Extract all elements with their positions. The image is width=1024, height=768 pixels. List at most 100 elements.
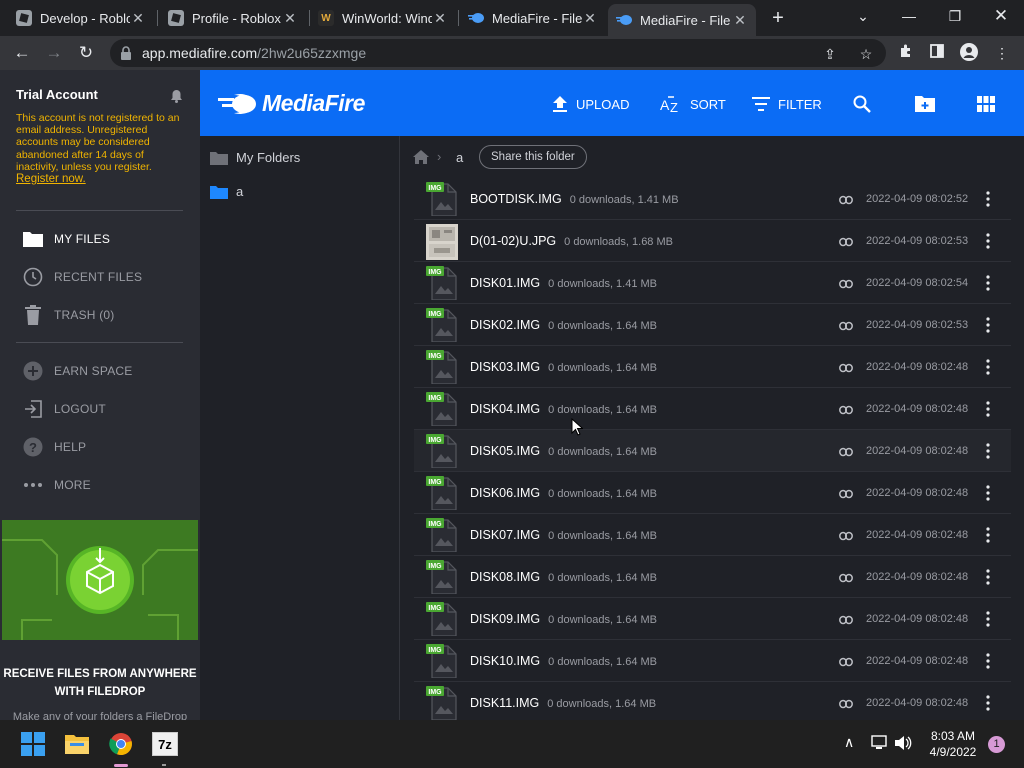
nav-earn-space[interactable]: EARN SPACE bbox=[22, 359, 132, 383]
new-folder-button[interactable] bbox=[914, 93, 944, 115]
nav-logout[interactable]: LOGOUT bbox=[22, 397, 106, 421]
more-options-icon[interactable] bbox=[985, 401, 991, 417]
file-row[interactable]: IMG DISK08.IMG 0 downloads, 1.64 MB 2022-04… bbox=[414, 556, 1011, 598]
file-name[interactable]: DISK07.IMG 0 downloads, 1.64 MB bbox=[470, 528, 657, 542]
grid-view-button[interactable] bbox=[977, 93, 1003, 115]
file-name-text[interactable]: DISK02.IMG bbox=[470, 318, 540, 332]
nav-my-files[interactable]: MY FILES bbox=[22, 227, 110, 251]
browser-menu-icon[interactable]: ⋮ bbox=[992, 43, 1012, 63]
share-link-icon[interactable] bbox=[839, 402, 853, 420]
share-link-icon[interactable] bbox=[839, 360, 853, 378]
url-omnibox[interactable]: app.mediafire.com/2hw2u65zzxmge ⇪ ☆ bbox=[110, 39, 886, 67]
nav-help[interactable]: ? HELP bbox=[22, 435, 86, 459]
new-tab-button[interactable]: + bbox=[766, 6, 790, 30]
reload-button[interactable]: ↻ bbox=[74, 41, 98, 65]
more-options-icon[interactable] bbox=[985, 569, 991, 585]
file-name-text[interactable]: BOOTDISK.IMG bbox=[470, 192, 562, 206]
file-name-text[interactable]: DISK11.IMG bbox=[470, 696, 539, 710]
share-link-icon[interactable] bbox=[839, 444, 853, 462]
share-link-icon[interactable] bbox=[839, 486, 853, 504]
nav-recent-files[interactable]: RECENT FILES bbox=[22, 265, 142, 289]
close-tab-icon[interactable]: ✕ bbox=[282, 10, 298, 27]
file-name[interactable]: DISK08.IMG 0 downloads, 1.64 MB bbox=[470, 570, 657, 584]
file-name[interactable]: BOOTDISK.IMG 0 downloads, 1.41 MB bbox=[470, 192, 679, 206]
file-name[interactable]: DISK04.IMG 0 downloads, 1.64 MB bbox=[470, 402, 657, 416]
home-icon[interactable] bbox=[413, 150, 429, 164]
nav-trash[interactable]: TRASH (0) bbox=[22, 303, 114, 327]
extensions-puzzle-icon[interactable] bbox=[896, 43, 916, 63]
more-options-icon[interactable] bbox=[985, 485, 991, 501]
share-icon[interactable]: ⇪ bbox=[820, 44, 840, 64]
close-window-button[interactable]: ✕ bbox=[981, 4, 1021, 28]
file-row[interactable]: D(01-02)U.JPG 0 downloads, 1.68 MB 2022-04… bbox=[414, 220, 1011, 262]
more-options-icon[interactable] bbox=[985, 317, 991, 333]
profile-avatar-icon[interactable] bbox=[959, 43, 979, 63]
bookmark-star-icon[interactable]: ☆ bbox=[856, 44, 876, 64]
file-name-text[interactable]: DISK08.IMG bbox=[470, 570, 540, 584]
lock-icon[interactable] bbox=[120, 46, 132, 60]
file-name-text[interactable]: D(01-02)U.JPG bbox=[470, 234, 556, 248]
file-row[interactable]: IMG DISK05.IMG 0 downloads, 1.64 MB 2022-04… bbox=[414, 430, 1011, 472]
restore-button[interactable]: ❐ bbox=[935, 4, 975, 28]
more-options-icon[interactable] bbox=[985, 275, 991, 291]
share-link-icon[interactable] bbox=[839, 234, 853, 252]
close-tab-icon[interactable]: ✕ bbox=[130, 10, 146, 27]
file-name-text[interactable]: DISK04.IMG bbox=[470, 402, 540, 416]
bell-icon[interactable] bbox=[170, 89, 183, 103]
file-row[interactable]: IMG DISK07.IMG 0 downloads, 1.64 MB 2022-04… bbox=[414, 514, 1011, 556]
mediafire-logo[interactable]: MediaFire bbox=[218, 90, 365, 117]
nav-more[interactable]: MORE bbox=[22, 473, 91, 497]
share-link-icon[interactable] bbox=[839, 696, 853, 714]
network-icon[interactable] bbox=[870, 735, 888, 751]
share-link-icon[interactable] bbox=[839, 318, 853, 336]
tray-overflow-chevron-icon[interactable]: ∧ bbox=[844, 734, 854, 751]
file-name[interactable]: DISK05.IMG 0 downloads, 1.64 MB bbox=[470, 444, 657, 458]
more-options-icon[interactable] bbox=[985, 611, 991, 627]
close-tab-icon[interactable]: ✕ bbox=[432, 10, 448, 27]
share-link-icon[interactable] bbox=[839, 570, 853, 588]
share-link-icon[interactable] bbox=[839, 612, 853, 630]
upload-button[interactable]: UPLOAD bbox=[552, 93, 629, 115]
clock-date[interactable]: 4/9/2022 bbox=[924, 745, 982, 759]
tab-profile-roblox[interactable]: Profile - Roblox ✕ bbox=[160, 4, 306, 32]
file-row[interactable]: IMG BOOTDISK.IMG 0 downloads, 1.41 MB 2022-… bbox=[414, 178, 1011, 220]
forward-button[interactable]: → bbox=[42, 41, 66, 65]
chrome-icon[interactable] bbox=[108, 732, 134, 756]
register-link[interactable]: Register now. bbox=[16, 173, 86, 185]
share-link-icon[interactable] bbox=[839, 276, 853, 294]
file-name-text[interactable]: DISK09.IMG bbox=[470, 612, 540, 626]
sort-button[interactable]: AZ SORT bbox=[660, 93, 726, 115]
more-options-icon[interactable] bbox=[985, 527, 991, 543]
file-name[interactable]: DISK02.IMG 0 downloads, 1.64 MB bbox=[470, 318, 657, 332]
volume-icon[interactable] bbox=[894, 735, 912, 751]
file-name[interactable]: D(01-02)U.JPG 0 downloads, 1.68 MB bbox=[470, 234, 673, 248]
more-options-icon[interactable] bbox=[985, 359, 991, 375]
more-options-icon[interactable] bbox=[985, 233, 991, 249]
search-button[interactable] bbox=[853, 93, 879, 115]
share-link-icon[interactable] bbox=[839, 192, 853, 210]
tab-search-chevron-icon[interactable]: ⌄ bbox=[843, 4, 883, 28]
tab-develop-roblox[interactable]: Develop - Roblox ✕ bbox=[8, 4, 154, 32]
filedrop-promo-image[interactable] bbox=[2, 520, 198, 640]
file-row[interactable]: IMG DISK06.IMG 0 downloads, 1.64 MB 2022-04… bbox=[414, 472, 1011, 514]
share-folder-button[interactable]: Share this folder bbox=[479, 145, 587, 169]
file-row[interactable]: IMG DISK10.IMG 0 downloads, 1.64 MB 2022-04… bbox=[414, 640, 1011, 682]
more-options-icon[interactable] bbox=[985, 443, 991, 459]
file-name[interactable]: DISK01.IMG 0 downloads, 1.41 MB bbox=[470, 276, 657, 290]
share-link-icon[interactable] bbox=[839, 528, 853, 546]
close-tab-icon[interactable]: ✕ bbox=[582, 10, 598, 27]
file-row[interactable]: IMG DISK01.IMG 0 downloads, 1.41 MB 2022-04… bbox=[414, 262, 1011, 304]
filter-button[interactable]: FILTER bbox=[752, 93, 822, 115]
file-name-text[interactable]: DISK10.IMG bbox=[470, 654, 540, 668]
minimize-button[interactable]: — bbox=[889, 4, 929, 28]
close-tab-icon[interactable]: ✕ bbox=[732, 12, 748, 29]
file-name-text[interactable]: DISK01.IMG bbox=[470, 276, 540, 290]
clock-time[interactable]: 8:03 AM bbox=[928, 729, 978, 743]
more-options-icon[interactable] bbox=[985, 695, 991, 711]
file-row[interactable]: IMG DISK02.IMG 0 downloads, 1.64 MB 2022-04… bbox=[414, 304, 1011, 346]
tab-mediafire-active[interactable]: MediaFire - File ✕ bbox=[608, 4, 756, 36]
file-name[interactable]: DISK06.IMG 0 downloads, 1.64 MB bbox=[470, 486, 657, 500]
tree-my-folders[interactable]: My Folders bbox=[210, 150, 300, 165]
file-name[interactable]: DISK09.IMG 0 downloads, 1.64 MB bbox=[470, 612, 657, 626]
file-name-text[interactable]: DISK07.IMG bbox=[470, 528, 540, 542]
